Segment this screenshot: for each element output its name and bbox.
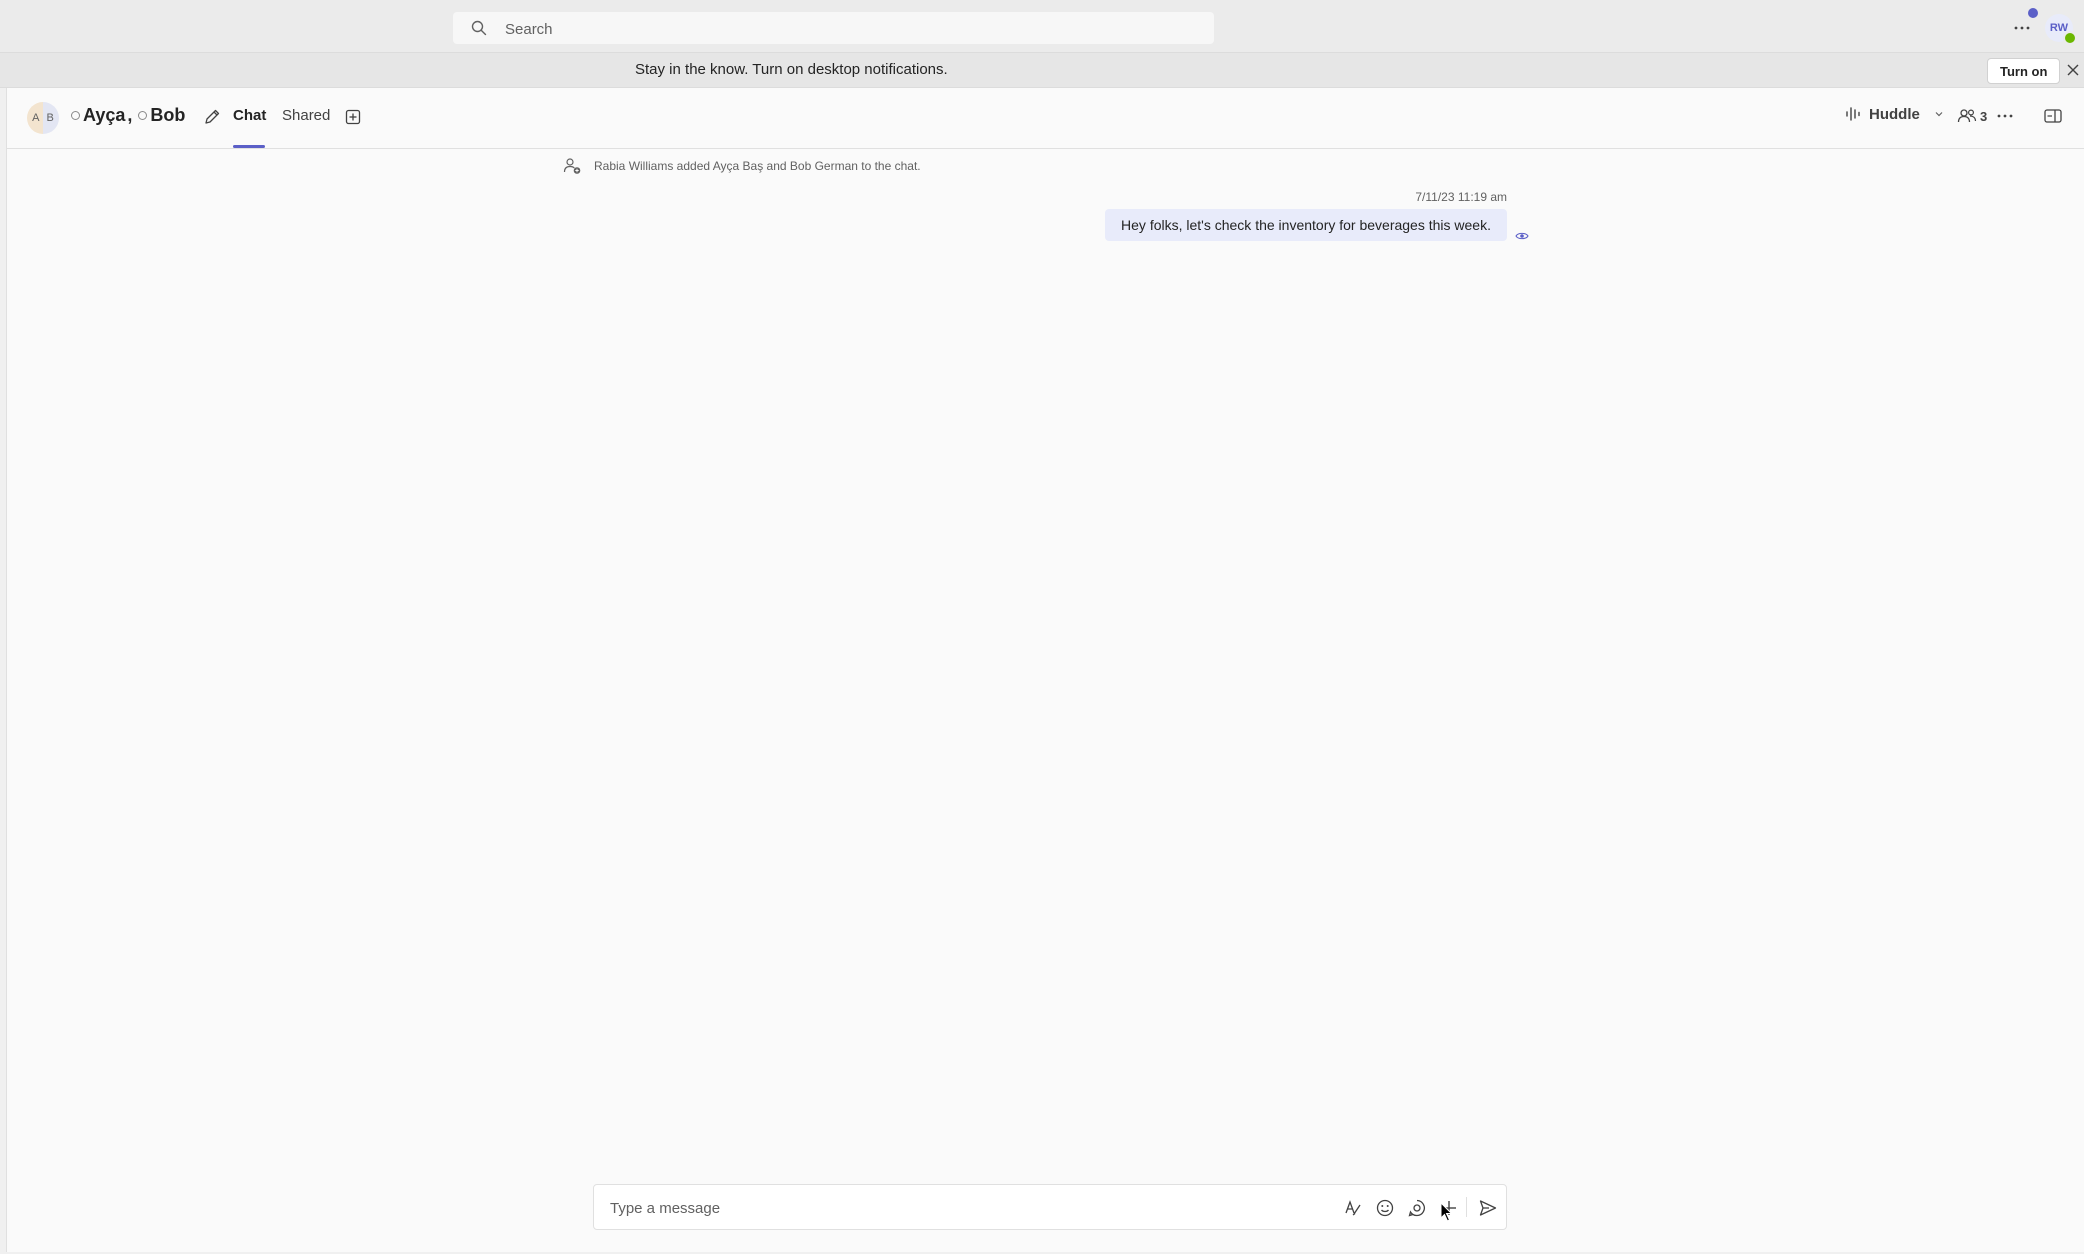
- huddle-button[interactable]: Huddle: [1845, 105, 1944, 123]
- huddle-label: Huddle: [1869, 105, 1920, 123]
- message-composer: [593, 1184, 1507, 1231]
- avatar-initial-a: A: [32, 112, 40, 124]
- message-text: Hey folks, let's check the inventory for…: [1121, 217, 1491, 233]
- message-input[interactable]: [608, 1185, 1192, 1231]
- system-message: Rabia Williams added Ayça Baş and Bob Ge…: [562, 156, 921, 176]
- seen-eye-icon: [1515, 231, 1529, 241]
- format-icon[interactable]: [1343, 1198, 1363, 1218]
- more-options-icon[interactable]: [2008, 16, 2036, 40]
- chat-header: A B Ayça , Bob Chat Shared Huddle 3: [7, 88, 2084, 149]
- people-icon: [1957, 107, 1977, 125]
- search-input[interactable]: [503, 12, 1197, 46]
- active-tab-indicator: [233, 145, 265, 148]
- send-icon[interactable]: [1478, 1198, 1498, 1218]
- chat-panel: A B Ayça , Bob Chat Shared Huddle 3 Rabi…: [6, 88, 2084, 1252]
- close-icon[interactable]: [2066, 63, 2080, 77]
- participant-name-1: Ayça: [83, 105, 126, 125]
- tab-shared[interactable]: Shared: [282, 107, 330, 124]
- notification-dot: [2028, 8, 2038, 18]
- participant-name-2: Bob: [150, 105, 186, 125]
- title-separator: ,: [127, 105, 133, 125]
- mouse-cursor-icon: [1440, 1202, 1454, 1222]
- system-message-text: Rabia Williams added Ayça Baş and Bob Ge…: [594, 159, 921, 173]
- more-options-icon[interactable]: [1995, 106, 2015, 126]
- participant-count: 3: [1980, 108, 1988, 124]
- tab-chat[interactable]: Chat: [233, 107, 266, 124]
- message-timestamp: 7/11/23 11:19 am: [1415, 190, 1507, 204]
- chat-title[interactable]: Ayça , Bob: [71, 105, 185, 126]
- composer-divider: [1466, 1197, 1467, 1217]
- avatar-initial-b: B: [46, 112, 54, 124]
- message-bubble[interactable]: Hey folks, let's check the inventory for…: [1105, 209, 1507, 241]
- title-bar: RW: [0, 0, 2084, 52]
- audio-wave-icon: [1845, 105, 1861, 123]
- loop-icon[interactable]: [1407, 1198, 1427, 1218]
- people-added-icon: [562, 156, 582, 176]
- emoji-icon[interactable]: [1375, 1198, 1395, 1218]
- presence-available-indicator: [2063, 31, 2077, 45]
- side-panel-toggle-icon[interactable]: [2043, 107, 2063, 125]
- group-avatar[interactable]: A B: [27, 102, 59, 134]
- turn-on-notifications-button[interactable]: Turn on: [1987, 58, 2061, 84]
- chevron-down-icon[interactable]: [1934, 109, 1944, 119]
- participants-button[interactable]: 3: [1957, 107, 1987, 125]
- notification-banner: Stay in the know. Turn on desktop notifi…: [0, 52, 2084, 88]
- presence-offline-icon: [71, 111, 80, 120]
- edit-pencil-icon[interactable]: [203, 108, 221, 126]
- search-icon: [471, 20, 487, 36]
- banner-text: Stay in the know. Turn on desktop notifi…: [635, 61, 948, 78]
- search-box[interactable]: [453, 12, 1214, 46]
- presence-offline-icon: [138, 111, 148, 120]
- add-tab-icon[interactable]: [344, 108, 362, 126]
